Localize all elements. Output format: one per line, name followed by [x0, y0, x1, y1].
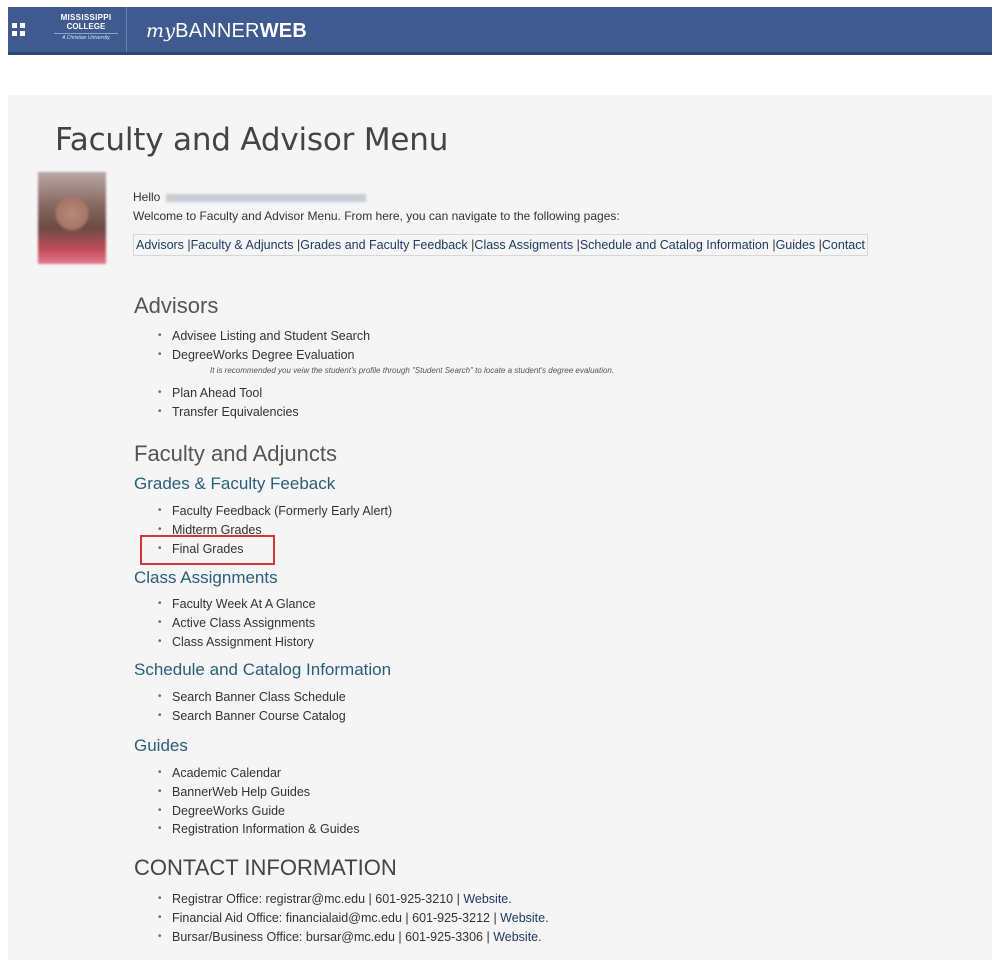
advisors-list: Advisee Listing and Student Search Degre… — [156, 327, 370, 365]
link-course-catalog[interactable]: Search Banner Course Catalog — [156, 707, 346, 726]
app-grid-icon[interactable] — [12, 23, 26, 37]
final-grades-highlight — [140, 535, 275, 565]
link-active-class-assignments[interactable]: Active Class Assignments — [156, 614, 316, 633]
link-registration-guides[interactable]: Registration Information & Guides — [156, 820, 360, 839]
welcome-text: Welcome to Faculty and Advisor Menu. Fro… — [133, 209, 620, 223]
grades-heading: Grades & Faculty Feeback — [134, 474, 336, 493]
nav-link-class-assignments[interactable]: Class Assigments — [474, 238, 573, 252]
link-transfer-equivalencies[interactable]: Transfer Equivalencies — [156, 403, 299, 422]
page-title: Faculty and Advisor Menu — [55, 122, 449, 158]
advisors-list-2: Plan Ahead Tool Transfer Equivalencies — [156, 384, 299, 422]
redacted-user-name — [166, 193, 367, 202]
link-degreeworks-guide[interactable]: DegreeWorks Guide — [156, 802, 360, 821]
link-bannerweb-help-guides[interactable]: BannerWeb Help Guides — [156, 783, 360, 802]
link-academic-calendar[interactable]: Academic Calendar — [156, 764, 360, 783]
class-assignments-list: Faculty Week At A Glance Active Class As… — [156, 595, 316, 651]
link-faculty-week[interactable]: Faculty Week At A Glance — [156, 595, 316, 614]
nav-link-advisors[interactable]: Advisors — [136, 238, 184, 252]
nav-link-schedule-catalog[interactable]: Schedule and Catalog Information — [580, 238, 769, 252]
nav-link-contact[interactable]: Contact — [822, 238, 865, 252]
contact-list: Registrar Office: registrar@mc.edu | 601… — [156, 890, 549, 946]
nav-link-grades-feedback[interactable]: Grades and Faculty Feedback — [300, 238, 467, 252]
content-panel: Faculty and Advisor Menu Hello Welcome t… — [8, 95, 992, 960]
contact-bursar: Bursar/Business Office: bursar@mc.edu | … — [156, 928, 549, 947]
greeting: Hello — [133, 190, 367, 204]
avatar — [38, 172, 106, 264]
schedule-catalog-heading: Schedule and Catalog Information — [134, 660, 392, 679]
top-bar: MISSISSIPPI COLLEGE A Christian Universi… — [8, 7, 992, 55]
contact-registrar: Registrar Office: registrar@mc.edu | 601… — [156, 890, 549, 909]
link-class-schedule[interactable]: Search Banner Class Schedule — [156, 688, 346, 707]
financial-aid-website-link[interactable]: Website. — [500, 911, 548, 925]
class-assignments-heading: Class Assignments — [134, 568, 278, 587]
bursar-website-link[interactable]: Website. — [493, 930, 541, 944]
guides-list: Academic Calendar BannerWeb Help Guides … — [156, 764, 360, 839]
section-nav: Advisors |Faculty & Adjuncts |Grades and… — [133, 234, 868, 256]
guides-heading: Guides — [134, 736, 188, 755]
faculty-heading: Faculty and Adjuncts — [134, 441, 338, 466]
registrar-website-link[interactable]: Website. — [463, 892, 511, 906]
mybannerweb-brand[interactable]: myBANNERWEB — [146, 20, 307, 42]
schedule-catalog-list: Search Banner Class Schedule Search Bann… — [156, 688, 346, 726]
link-degreeworks-evaluation[interactable]: DegreeWorks Degree Evaluation — [156, 346, 370, 365]
link-class-assignment-history[interactable]: Class Assignment History — [156, 633, 316, 652]
mississippi-college-logo[interactable]: MISSISSIPPI COLLEGE A Christian Universi… — [54, 13, 118, 45]
nav-link-faculty-adjuncts[interactable]: Faculty & Adjuncts — [191, 238, 294, 252]
advisors-heading: Advisors — [134, 293, 219, 318]
nav-link-guides[interactable]: Guides — [776, 238, 816, 252]
link-faculty-feedback[interactable]: Faculty Feedback (Formerly Early Alert) — [156, 502, 392, 521]
contact-financial-aid: Financial Aid Office: financialaid@mc.ed… — [156, 909, 549, 928]
logo-divider — [126, 7, 127, 52]
link-plan-ahead-tool[interactable]: Plan Ahead Tool — [156, 384, 299, 403]
degreeworks-note: It is recommended you veiw the student's… — [210, 366, 615, 375]
link-advisee-listing[interactable]: Advisee Listing and Student Search — [156, 327, 370, 346]
contact-heading: CONTACT INFORMATION — [134, 855, 397, 880]
